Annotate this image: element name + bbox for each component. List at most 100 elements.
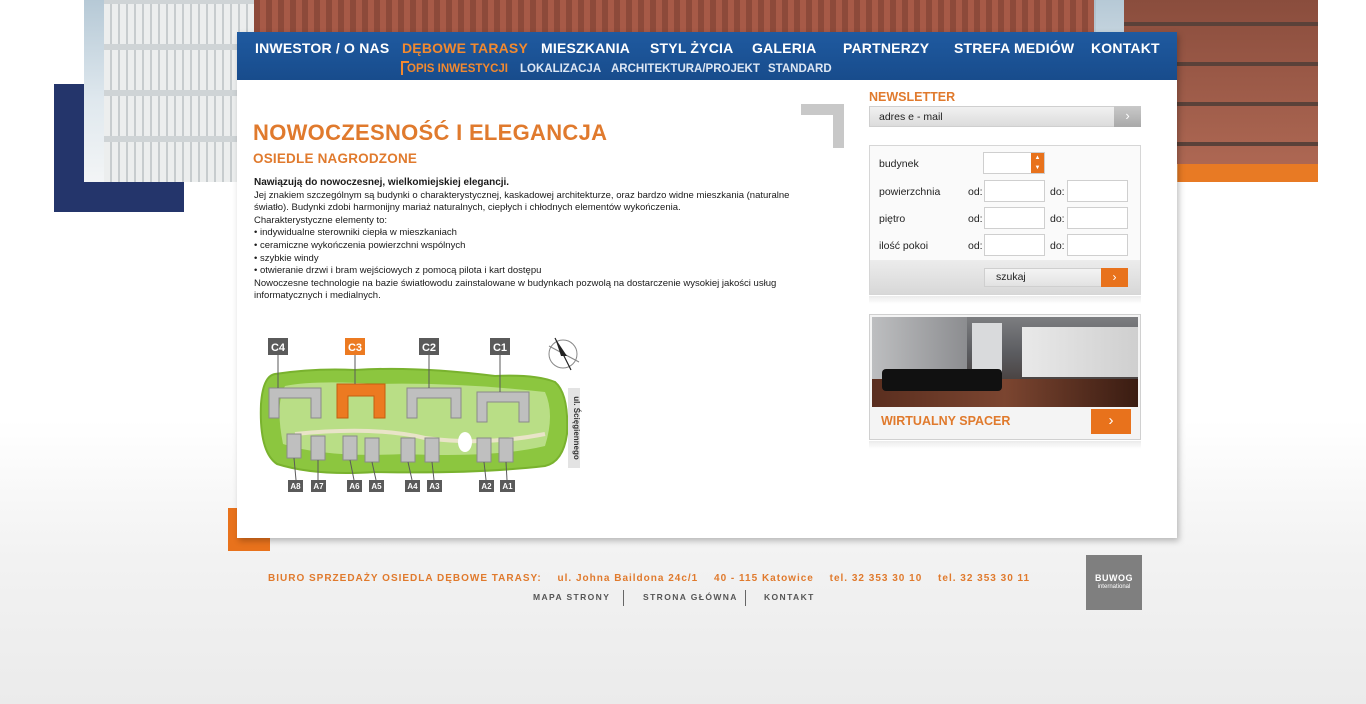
- label-a1: A1: [502, 482, 513, 491]
- newsletter-submit-button[interactable]: ›: [1114, 106, 1141, 127]
- decorative-bracket: [54, 182, 184, 212]
- description-text: Nawiązują do nowoczesnej, wielkomiejskie…: [254, 177, 824, 303]
- building-a1[interactable]: [498, 437, 514, 463]
- label-from: od:: [968, 213, 983, 225]
- chevron-right-icon: ›: [1101, 268, 1128, 287]
- footer-link-home[interactable]: STRONA GŁÓWNA: [643, 592, 738, 602]
- floor-from-input[interactable]: [984, 207, 1045, 229]
- building-stepper[interactable]: ▲ ▼: [983, 152, 1045, 174]
- search-button[interactable]: szukaj ›: [984, 268, 1128, 287]
- content-panel: INWESTOR / O NAS DĘBOWE TARASY MIESZKANI…: [237, 32, 1177, 538]
- nav-item-styl-zycia[interactable]: STYL ŻYCIA: [650, 40, 733, 56]
- area-to-input[interactable]: [1067, 180, 1128, 202]
- label-a2: A2: [481, 482, 492, 491]
- newsletter-email-input[interactable]: adres e - mail: [869, 106, 1115, 127]
- virtual-tour-banner[interactable]: WIRTUALNY SPACER ›: [869, 314, 1141, 440]
- label-to: do:: [1050, 240, 1065, 252]
- label-a4: A4: [407, 482, 418, 491]
- building-a5[interactable]: [364, 437, 380, 463]
- interior-photo: [872, 317, 1138, 407]
- label-a7: A7: [313, 482, 324, 491]
- lead-text: Nawiązują do nowoczesnej, wielkomiejskie…: [254, 177, 510, 188]
- feature-item: • szybkie windy: [254, 252, 319, 264]
- rooms-to-input[interactable]: [1067, 234, 1128, 256]
- nav-item-investor[interactable]: INWESTOR / O NAS: [255, 40, 389, 56]
- features-intro: Charakterystyczne elementy to:: [254, 214, 388, 226]
- nav-item-kontakt[interactable]: KONTAKT: [1091, 40, 1160, 56]
- nav-item-debowe-tarasy[interactable]: DĘBOWE TARASY: [402, 40, 528, 56]
- subnav-item-opis[interactable]: OPIS INWESTYCJI: [407, 63, 508, 75]
- label-area: powierzchnia: [879, 186, 941, 198]
- feature-item: • otwieranie drzwi i bram wejściowych z …: [254, 265, 542, 277]
- label-to: do:: [1050, 186, 1065, 198]
- label-building: budynek: [879, 158, 919, 170]
- paragraph: Jej znakiem szczególnym są budynki o cha…: [254, 189, 790, 214]
- subnav-item-standard[interactable]: STANDARD: [768, 63, 832, 75]
- label-rooms: ilość pokoi: [879, 240, 929, 252]
- subnav-item-lokalizacja[interactable]: LOKALIZACJA: [520, 63, 601, 75]
- paragraph: Nowoczesne technologie na bazie światłow…: [254, 277, 777, 302]
- footer-contact: BIURO SPRZEDAŻY OSIEDLA DĘBOWE TARASY: u…: [268, 573, 1042, 584]
- stepper-up-icon[interactable]: ▲: [1031, 153, 1044, 163]
- building-a3[interactable]: [424, 437, 440, 463]
- virtual-tour-label: WIRTUALNY SPACER: [881, 414, 1011, 428]
- chevron-right-icon[interactable]: ›: [1091, 409, 1131, 434]
- brand-name: BUWOG: [1095, 573, 1133, 583]
- building-photo-left: [104, 0, 254, 182]
- label-c3: C3: [348, 342, 362, 354]
- label-from: od:: [968, 186, 983, 198]
- divider: [623, 590, 624, 606]
- label-a5: A5: [371, 482, 382, 491]
- shadow: [869, 441, 1141, 449]
- nav-secondary: OPIS INWESTYCJI LOKALIZACJA ARCHITEKTURA…: [237, 61, 1177, 79]
- footer-link-sitemap[interactable]: MAPA STRONY: [533, 592, 610, 602]
- footer-link-contact[interactable]: KONTAKT: [764, 592, 815, 602]
- subnav-item-architektura[interactable]: ARCHITEKTURA/PROJEKT: [611, 63, 760, 75]
- label-to: do:: [1050, 213, 1065, 225]
- chevron-right-icon: ›: [1125, 108, 1130, 123]
- footer-office: BIURO SPRZEDAŻY OSIEDLA DĘBOWE TARASY:: [268, 573, 542, 584]
- rooms-from-input[interactable]: [984, 234, 1045, 256]
- decorative-bracket: [228, 538, 270, 551]
- apartment-search-form: budynek ▲ ▼ powierzchnia od: do: piętro …: [869, 145, 1141, 295]
- newsletter-title: NEWSLETTER: [869, 90, 956, 104]
- buwog-logo[interactable]: BUWOG international: [1086, 555, 1142, 610]
- feature-item: • indywidualne sterowniki ciepła w miesz…: [254, 227, 457, 239]
- footer-city: 40 - 115 Katowice: [714, 573, 814, 584]
- building-a2[interactable]: [476, 437, 492, 463]
- street-label: ul. Ścięgiennego: [572, 396, 581, 460]
- label-a6: A6: [349, 482, 360, 491]
- decorative-bracket: [833, 104, 844, 148]
- floor-to-input[interactable]: [1067, 207, 1128, 229]
- page-title: NOWOCZESNOŚĆ I ELEGANCJA: [253, 120, 608, 145]
- main-navigation: INWESTOR / O NAS DĘBOWE TARASY MIESZKANI…: [237, 32, 1177, 80]
- building-a7[interactable]: [310, 435, 326, 461]
- area-from-input[interactable]: [984, 180, 1045, 202]
- label-a3: A3: [429, 482, 440, 491]
- decorative-strip: [1178, 164, 1318, 182]
- divider: [745, 590, 746, 606]
- label-a8: A8: [290, 482, 301, 491]
- label-c4: C4: [271, 342, 286, 354]
- compass-icon: [548, 337, 580, 371]
- footer-phone: tel. 32 353 30 11: [938, 573, 1031, 584]
- nav-item-strefa-mediow[interactable]: STREFA MEDIÓW: [954, 40, 1074, 56]
- search-button-label: szukaj: [996, 271, 1026, 283]
- footer-phone: tel. 32 353 30 10: [829, 573, 923, 584]
- label-from: od:: [968, 240, 983, 252]
- footer-address: ul. Johna Baildona 24c/1: [557, 573, 699, 584]
- building-a6[interactable]: [342, 435, 358, 461]
- nav-item-mieszkania[interactable]: MIESZKANIA: [541, 40, 630, 56]
- label-floor: piętro: [879, 213, 906, 225]
- nav-item-partnerzy[interactable]: PARTNERZY: [843, 40, 929, 56]
- nav-primary: INWESTOR / O NAS DĘBOWE TARASY MIESZKANI…: [237, 40, 1177, 60]
- label-c2: C2: [422, 342, 436, 354]
- stepper-down-icon[interactable]: ▼: [1031, 163, 1044, 173]
- page-subtitle: OSIEDLE NAGRODZONE: [253, 151, 418, 166]
- brand-sub: international: [1097, 584, 1131, 590]
- site-plan-map: C4 C3 C2 C1 A8 A7 A6 A5 A4 A3 A2 A1 ul. …: [259, 337, 581, 492]
- feature-item: • ceramiczne wykończenia powierzchni wsp…: [254, 239, 466, 251]
- nav-item-galeria[interactable]: GALERIA: [752, 40, 816, 56]
- building-a4[interactable]: [400, 437, 416, 463]
- building-a8[interactable]: [286, 433, 302, 459]
